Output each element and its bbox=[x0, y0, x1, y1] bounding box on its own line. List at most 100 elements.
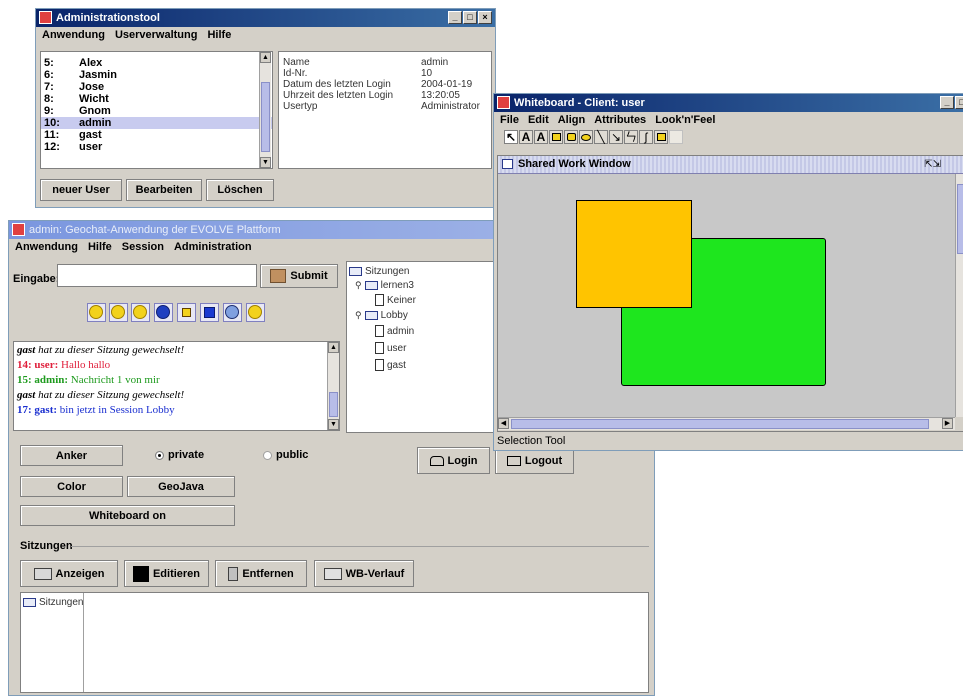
editieren-button[interactable]: Editieren bbox=[124, 560, 209, 587]
user-row-selected[interactable]: 10: admin bbox=[41, 117, 272, 129]
anzeigen-button[interactable]: Anzeigen bbox=[20, 560, 118, 587]
color-button[interactable]: Color bbox=[20, 476, 123, 497]
maximize-icon[interactable]: □ bbox=[463, 11, 477, 24]
round-rect-tool-icon[interactable] bbox=[564, 130, 578, 144]
logout-button[interactable]: Logout bbox=[495, 447, 574, 474]
radio-public[interactable]: public bbox=[263, 449, 308, 461]
emoticon-smile[interactable] bbox=[109, 303, 128, 322]
radio-private[interactable]: private bbox=[155, 449, 204, 461]
user-row[interactable]: 8: Wicht bbox=[41, 93, 272, 105]
scribble-tool-icon[interactable]: ʃ bbox=[639, 130, 653, 144]
tree-session[interactable]: ⚲ lernen3 bbox=[355, 280, 414, 291]
restore-icon[interactable]: ⇱⇲ bbox=[924, 156, 941, 173]
menu-anwendung[interactable]: Anwendung bbox=[42, 27, 105, 43]
menu-hilfe[interactable]: Hilfe bbox=[207, 27, 231, 43]
bottom-tree-root[interactable]: Sitzungen bbox=[23, 597, 83, 608]
app-icon bbox=[497, 96, 510, 109]
line-tool-icon[interactable]: ╲ bbox=[594, 130, 608, 144]
menu-administration[interactable]: Administration bbox=[174, 239, 252, 255]
canvas-hscroll[interactable]: ◀ ▶ bbox=[498, 417, 955, 430]
session-tree[interactable]: Sitzungen ⚲ lernen3 Keiner ⚲ Lobby admin u… bbox=[346, 261, 496, 433]
user-row[interactable]: 5: Alex bbox=[41, 57, 272, 69]
hscroll-thumb[interactable] bbox=[511, 419, 929, 429]
scroll-thumb[interactable] bbox=[261, 82, 270, 152]
chat-log[interactable]: gast hat zu dieser Sitzung gewechselt! 1… bbox=[13, 341, 340, 431]
menu-looknfeel[interactable]: Look'n'Feel bbox=[655, 112, 715, 128]
canvas-vscroll[interactable] bbox=[955, 174, 963, 417]
user-list-scrollbar[interactable]: ▲ ▼ bbox=[259, 52, 271, 168]
tree-root[interactable]: Sitzungen bbox=[349, 266, 409, 277]
user-row[interactable]: 9: Gnom bbox=[41, 105, 272, 117]
new-user-button[interactable]: neuer User bbox=[40, 179, 122, 201]
menu-userverwaltung[interactable]: Userverwaltung bbox=[115, 27, 198, 43]
close-icon[interactable]: × bbox=[478, 11, 492, 24]
maximize-icon[interactable]: □ bbox=[955, 96, 963, 109]
chat-scrollbar[interactable]: ▲ ▼ bbox=[327, 342, 339, 430]
emoticon-question[interactable] bbox=[154, 303, 173, 322]
menu-hilfe[interactable]: Hilfe bbox=[88, 239, 112, 255]
menu-edit[interactable]: Edit bbox=[528, 112, 549, 128]
tree-session[interactable]: ⚲ Lobby bbox=[355, 310, 408, 321]
emoticon-happy[interactable] bbox=[87, 303, 106, 322]
user-row[interactable]: 12: user bbox=[41, 141, 272, 153]
tree-member[interactable]: admin bbox=[375, 325, 414, 337]
shared-window-titlebar[interactable]: Shared Work Window ⇱⇲ bbox=[498, 156, 963, 174]
expand-handle-icon[interactable]: ⚲ bbox=[355, 310, 362, 321]
edit-user-button[interactable]: Bearbeiten bbox=[126, 179, 202, 201]
drawing-canvas[interactable] bbox=[498, 174, 955, 417]
ellipse-tool-icon[interactable] bbox=[579, 130, 593, 144]
expand-handle-icon[interactable]: ⚲ bbox=[355, 280, 362, 291]
tree-member[interactable]: Keiner bbox=[375, 294, 416, 306]
admin-tool-titlebar[interactable]: Administrationstool _ □ × bbox=[36, 9, 495, 27]
elbow-line-tool-icon[interactable]: ↘ bbox=[609, 130, 623, 144]
whiteboard-titlebar[interactable]: Whiteboard - Client: user _ □ bbox=[494, 94, 963, 112]
sessions-bottom-tree[interactable]: Sitzungen bbox=[21, 593, 84, 692]
folder-icon bbox=[364, 281, 378, 290]
menu-session[interactable]: Session bbox=[122, 239, 164, 255]
menu-align[interactable]: Align bbox=[558, 112, 586, 128]
select-tool-icon[interactable]: ↖ bbox=[504, 130, 518, 144]
minimize-icon[interactable]: _ bbox=[940, 96, 954, 109]
scroll-left-icon[interactable]: ◀ bbox=[498, 418, 509, 429]
image-tool-icon[interactable] bbox=[669, 130, 683, 144]
text-alt-tool-icon[interactable]: A bbox=[534, 130, 548, 144]
scroll-down-icon[interactable]: ▼ bbox=[328, 419, 339, 430]
scroll-thumb[interactable] bbox=[329, 392, 338, 417]
user-row[interactable]: 7: Jose bbox=[41, 81, 272, 93]
entfernen-button[interactable]: Entfernen bbox=[215, 560, 307, 587]
scroll-right-icon[interactable]: ▶ bbox=[942, 418, 953, 429]
scroll-up-icon[interactable]: ▲ bbox=[328, 342, 339, 353]
tree-member[interactable]: gast bbox=[375, 359, 406, 371]
emoticon-note[interactable] bbox=[177, 303, 196, 322]
neutral-emoticon-icon bbox=[133, 305, 147, 319]
wb-verlauf-button[interactable]: WB-Verlauf bbox=[314, 560, 414, 587]
tree-member[interactable]: user bbox=[375, 342, 406, 354]
scroll-thumb[interactable] bbox=[957, 184, 963, 254]
geojava-button[interactable]: GeoJava bbox=[127, 476, 235, 497]
menu-attributes[interactable]: Attributes bbox=[594, 112, 646, 128]
anker-button[interactable]: Anker bbox=[20, 445, 123, 466]
user-list[interactable]: 5: Alex 6: Jasmin 7: Jose 8: Wicht 9: Gnom 10… bbox=[40, 51, 273, 169]
text-tool-icon[interactable]: A bbox=[519, 130, 533, 144]
emoticon-sad[interactable] bbox=[246, 303, 265, 322]
detail-row: Datum des letzten Login 2004-01-19 bbox=[283, 79, 473, 90]
user-row[interactable]: 6: Jasmin bbox=[41, 69, 272, 81]
message-input[interactable] bbox=[57, 264, 257, 287]
whiteboard-button[interactable]: Whiteboard on bbox=[20, 505, 235, 526]
login-button[interactable]: Login bbox=[417, 447, 490, 474]
emoticon-info[interactable] bbox=[200, 303, 219, 322]
submit-button[interactable]: Submit bbox=[260, 264, 338, 288]
orange-square[interactable] bbox=[576, 200, 692, 308]
connector-tool-icon[interactable]: ㄣ bbox=[624, 130, 638, 144]
menu-anwendung[interactable]: Anwendung bbox=[15, 239, 78, 255]
minimize-icon[interactable]: _ bbox=[448, 11, 462, 24]
emoticon-stop[interactable] bbox=[223, 303, 242, 322]
polygon-tool-icon[interactable] bbox=[654, 130, 668, 144]
rect-tool-icon[interactable] bbox=[549, 130, 563, 144]
delete-user-button[interactable]: Löschen bbox=[206, 179, 274, 201]
user-row[interactable]: 11: gast bbox=[41, 129, 272, 141]
emoticon-neutral[interactable] bbox=[131, 303, 150, 322]
menu-file[interactable]: File bbox=[500, 112, 519, 128]
scroll-down-icon[interactable]: ▼ bbox=[260, 157, 271, 168]
scroll-up-icon[interactable]: ▲ bbox=[260, 52, 271, 63]
